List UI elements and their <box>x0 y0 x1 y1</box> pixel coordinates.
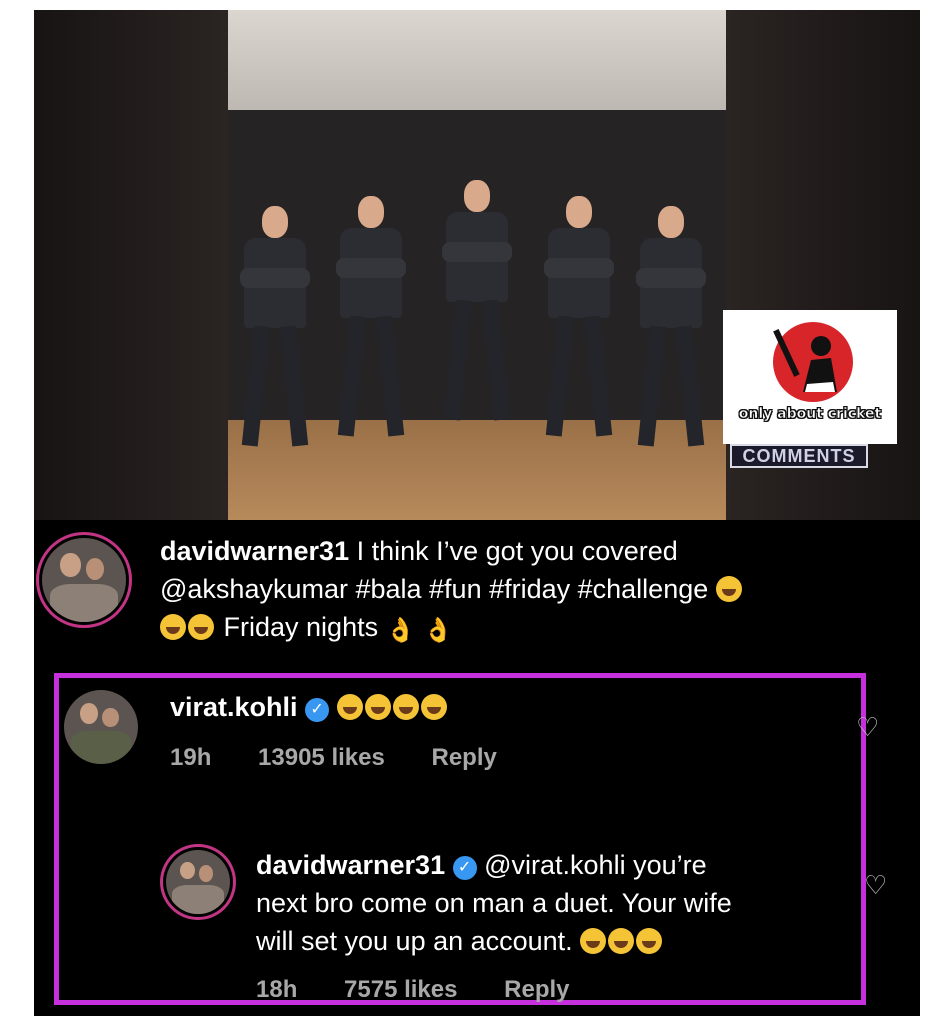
tears-of-joy-emoji <box>420 694 447 720</box>
ok-hand-emoji: 👌 <box>385 617 416 644</box>
post-video[interactable]: COMMENTS only about cricket <box>34 10 920 520</box>
verified-badge-icon: ✓ <box>305 698 330 722</box>
verified-badge-icon: ✓ <box>452 856 477 880</box>
comment-item: davidwarner31 ✓ @virat.kohli you’re next… <box>256 846 856 960</box>
comment-text: you’re <box>633 850 707 880</box>
comment-item: virat.kohli ✓ <box>170 688 449 726</box>
tears-of-joy-emoji <box>580 928 607 954</box>
heart-outline-icon[interactable]: ♡ <box>856 712 879 743</box>
video-blur-left <box>34 10 228 520</box>
heart-outline-icon[interactable]: ♡ <box>864 870 887 901</box>
cricket-batsman-icon <box>773 322 853 402</box>
comment-meta: 18h 7575 likes Reply <box>256 976 570 1004</box>
tears-of-joy-emoji <box>364 694 391 720</box>
reply-button[interactable]: Reply <box>504 976 569 1003</box>
comment-meta: 19h 13905 likes Reply <box>170 744 497 772</box>
tears-of-joy-emoji <box>160 614 186 640</box>
watermark-logo: only about cricket <box>723 310 897 444</box>
comment-text: will set you up an account. <box>256 926 573 956</box>
tears-of-joy-emoji <box>336 694 363 720</box>
tears-of-joy-emoji <box>715 576 742 602</box>
avatar[interactable] <box>64 690 138 764</box>
comments-tag: COMMENTS <box>730 444 868 468</box>
video-frame <box>228 10 726 520</box>
tears-of-joy-emoji <box>636 928 663 954</box>
comment-mention[interactable]: @virat.kohli <box>484 850 625 880</box>
caption-text: I think I’ve got you covered <box>356 536 678 566</box>
comment-username[interactable]: virat.kohli <box>170 692 298 722</box>
comment-time: 19h <box>170 744 212 771</box>
reply-button[interactable]: Reply <box>432 744 497 771</box>
tears-of-joy-emoji <box>188 614 214 640</box>
comment-likes[interactable]: 13905 likes <box>258 744 385 771</box>
comment-likes[interactable]: 7575 likes <box>344 976 457 1003</box>
caption-username[interactable]: davidwarner31 <box>160 536 349 566</box>
avatar[interactable] <box>42 538 126 622</box>
screenshot-frame: COMMENTS only about cricket davidwarner3… <box>34 10 920 1016</box>
tears-of-joy-emoji <box>608 928 635 954</box>
tears-of-joy-emoji <box>392 694 419 720</box>
caption-tags: @akshaykumar #bala #fun #friday #challen… <box>160 574 709 604</box>
ok-hand-emoji: 👌 <box>423 617 453 644</box>
comment-text: next bro come on man a duet. Your wife <box>256 888 732 918</box>
watermark-text: only about cricket <box>738 406 882 423</box>
comment-time: 18h <box>256 976 298 1003</box>
avatar[interactable] <box>166 850 230 914</box>
post-caption: davidwarner31 I think I’ve got you cover… <box>160 532 900 650</box>
caption-text-end: Friday nights <box>223 612 379 642</box>
comment-username[interactable]: davidwarner31 <box>256 850 445 880</box>
